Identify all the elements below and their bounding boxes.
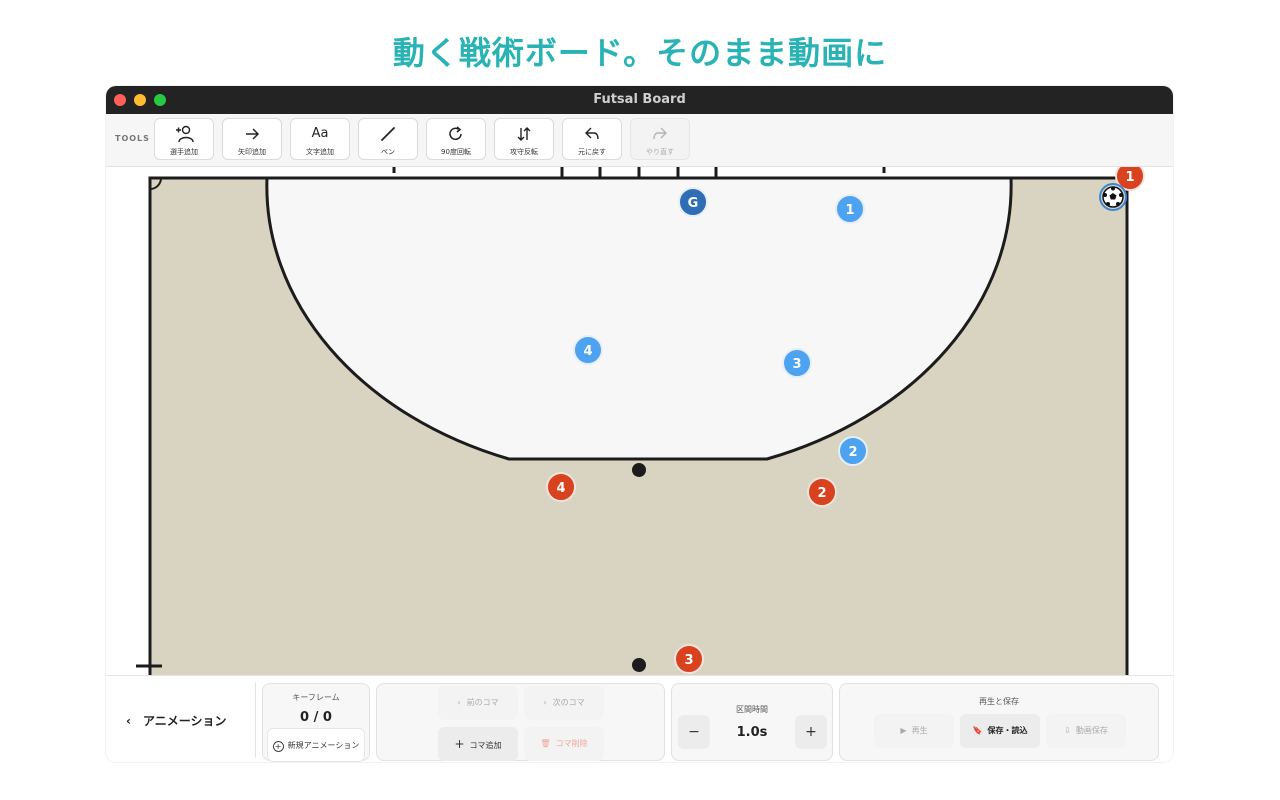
- window-title: Futsal Board: [593, 92, 686, 107]
- penalty-spot: [632, 463, 646, 477]
- download-icon: ⇩: [1064, 726, 1071, 735]
- red-player-3[interactable]: 3: [674, 644, 704, 674]
- add-frame-button[interactable]: + コマ追加: [438, 727, 518, 761]
- save-video-button[interactable]: ⇩ 動画保存: [1046, 714, 1126, 748]
- save-load-button[interactable]: 🔖 保存・読込: [960, 714, 1040, 748]
- prev-frame-button[interactable]: ‹ 前のコマ: [438, 686, 518, 720]
- animation-back-button[interactable]: ‹ アニメーション: [126, 712, 226, 729]
- pen-label: ペン: [381, 148, 395, 156]
- blue-player-1[interactable]: 1: [835, 194, 865, 224]
- court-canvas[interactable]: G 1 4 3 2 1 4 2 3: [106, 167, 1173, 675]
- undo-button[interactable]: 元に戻す: [562, 118, 622, 160]
- keyframe-count: 0 / 0: [300, 710, 332, 725]
- rotate-90-button[interactable]: 90度回転: [426, 118, 486, 160]
- goalkeeper-label: G: [688, 196, 699, 211]
- add-player-button[interactable]: 選手追加: [154, 118, 214, 160]
- toolbar: TOOLS 選手追加 矢印追加 Aa 文字追加 ペン 90度回転 攻守反転 元に…: [106, 114, 1173, 167]
- save-load-label: 保存・読込: [987, 726, 1028, 735]
- tools-label: TOOLS: [115, 134, 150, 143]
- undo-icon: [563, 125, 621, 143]
- blue-player-4[interactable]: 4: [573, 335, 603, 365]
- add-text-button[interactable]: Aa 文字追加: [290, 118, 350, 160]
- rotate-90-label: 90度回転: [441, 148, 471, 156]
- rotate-icon: [427, 125, 485, 143]
- blue-player-1-label: 1: [845, 203, 854, 218]
- swap-sides-label: 攻守反転: [510, 148, 538, 156]
- divider: [255, 682, 256, 758]
- goalkeeper-token[interactable]: G: [678, 187, 708, 217]
- interval-panel: 区間時間 − 1.0s +: [671, 683, 833, 761]
- add-frame-label: コマ追加: [469, 741, 502, 750]
- chevron-left-icon: ‹: [457, 698, 461, 707]
- play-icon: ▶: [900, 726, 907, 735]
- text-icon: Aa: [311, 126, 329, 141]
- new-animation-label: 新規アニメーション: [287, 741, 360, 750]
- add-text-label: 文字追加: [306, 148, 334, 156]
- animation-label: アニメーション: [142, 714, 227, 728]
- red-player-2[interactable]: 2: [807, 477, 837, 507]
- swap-icon: [495, 125, 553, 143]
- prev-frame-label: 前のコマ: [466, 698, 499, 707]
- next-frame-button[interactable]: › 次のコマ: [524, 686, 604, 720]
- headline: 動く戦術ボード。そのまま動画に: [392, 34, 888, 72]
- add-player-label: 選手追加: [170, 148, 198, 156]
- title-bar: Futsal Board: [106, 86, 1173, 114]
- chevron-right-icon: ›: [543, 698, 547, 707]
- bookmark-icon: 🔖: [972, 726, 983, 735]
- app-window: Futsal Board TOOLS 選手追加 矢印追加 Aa 文字追加 ペン: [106, 86, 1173, 762]
- play-label: 再生: [911, 726, 928, 735]
- redo-icon: [631, 125, 689, 143]
- animation-panel: ‹ アニメーション キーフレーム 0 / 0 + 新規アニメーション ‹ 前のコマ ›…: [106, 675, 1173, 762]
- keyframe-panel: キーフレーム 0 / 0 + 新規アニメーション: [262, 683, 370, 762]
- delete-frame-button[interactable]: 🗑 コマ削除: [524, 727, 604, 761]
- blue-player-3-label: 3: [792, 357, 801, 372]
- red-player-3-label: 3: [684, 653, 693, 668]
- save-video-label: 動画保存: [1075, 726, 1108, 735]
- new-animation-button[interactable]: + 新規アニメーション: [267, 728, 365, 762]
- red-player-2-label: 2: [817, 486, 826, 501]
- interval-title: 区間時間: [736, 705, 768, 714]
- keyframe-title: キーフレーム: [292, 693, 340, 702]
- delete-frame-label: コマ削除: [555, 739, 588, 748]
- arrow-right-icon: [223, 125, 281, 143]
- blue-player-3[interactable]: 3: [782, 348, 812, 378]
- blue-player-2-label: 2: [848, 445, 857, 460]
- undo-label: 元に戻す: [578, 148, 606, 156]
- next-frame-label: 次のコマ: [552, 698, 585, 707]
- add-arrow-label: 矢印追加: [238, 148, 266, 156]
- red-player-4[interactable]: 4: [546, 472, 576, 502]
- red-player-1-label: 1: [1125, 170, 1134, 185]
- redo-label: やり直す: [646, 148, 674, 156]
- plus-circle-icon: +: [272, 740, 284, 752]
- ball-icon[interactable]: [1099, 183, 1127, 211]
- add-player-icon: [155, 125, 213, 143]
- pen-button[interactable]: ペン: [358, 118, 418, 160]
- second-penalty-spot: [632, 658, 646, 672]
- redo-button[interactable]: やり直す: [630, 118, 690, 160]
- plus-icon: +: [454, 737, 465, 751]
- frame-panel: ‹ 前のコマ › 次のコマ + コマ追加 🗑 コマ削除: [376, 683, 665, 761]
- chevron-left-icon: ‹: [126, 714, 131, 728]
- blue-player-2[interactable]: 2: [838, 436, 868, 466]
- trash-icon: 🗑: [540, 739, 551, 748]
- pen-icon: [359, 125, 417, 143]
- interval-plus-button[interactable]: +: [795, 715, 827, 749]
- playback-title: 再生と保存: [979, 697, 1019, 706]
- swap-sides-button[interactable]: 攻守反転: [494, 118, 554, 160]
- blue-player-4-label: 4: [583, 344, 592, 359]
- play-button[interactable]: ▶ 再生: [874, 714, 954, 748]
- playback-panel: 再生と保存 ▶ 再生 🔖 保存・読込 ⇩ 動画保存: [839, 683, 1159, 761]
- red-player-4-label: 4: [556, 481, 565, 496]
- add-arrow-button[interactable]: 矢印追加: [222, 118, 282, 160]
